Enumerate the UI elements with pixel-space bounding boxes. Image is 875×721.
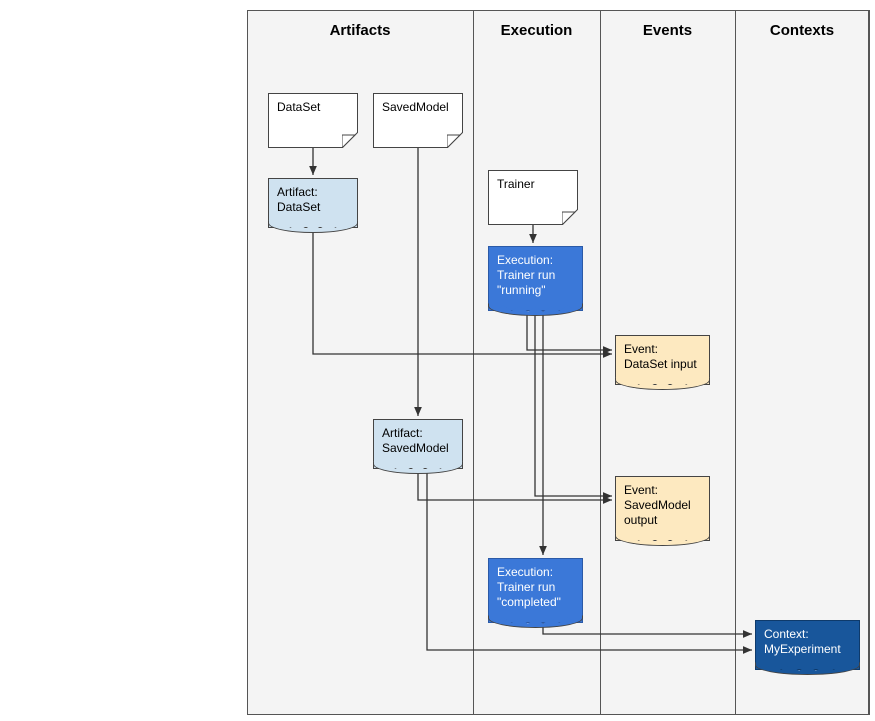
tag-event-savedmodel-output: Event: SavedModel output bbox=[615, 476, 710, 541]
tag-event-dataset-input: Event: DataSet input bbox=[615, 335, 710, 385]
col-header-contexts: Contexts bbox=[735, 22, 869, 39]
col-divider bbox=[247, 10, 248, 715]
doc-trainer: Trainer bbox=[488, 170, 578, 225]
diagram-canvas: Artifacts Execution Events Contexts Data bbox=[0, 0, 875, 721]
tag-exec-completed-text: Execution: Trainer run "completed" bbox=[497, 565, 561, 609]
col-header-artifacts: Artifacts bbox=[247, 22, 473, 39]
tag-context-myexperiment-text: Context: MyExperiment bbox=[764, 627, 841, 656]
tag-artifact-dataset: Artifact: DataSet bbox=[268, 178, 358, 228]
tag-exec-running: Execution: Trainer run "running" bbox=[488, 246, 583, 311]
doc-dataset: DataSet bbox=[268, 93, 358, 148]
tag-exec-running-text: Execution: Trainer run "running" bbox=[497, 253, 555, 297]
tag-artifact-dataset-text: Artifact: DataSet bbox=[277, 185, 320, 214]
tag-event-dataset-input-text: Event: DataSet input bbox=[624, 342, 697, 371]
doc-trainer-label: Trainer bbox=[489, 171, 577, 197]
tag-event-savedmodel-output-text: Event: SavedModel output bbox=[624, 483, 691, 527]
col-header-events: Events bbox=[600, 22, 735, 39]
doc-dataset-label: DataSet bbox=[269, 94, 357, 120]
col-header-execution: Execution bbox=[473, 22, 600, 39]
col-divider bbox=[869, 10, 870, 715]
col-divider bbox=[600, 10, 601, 715]
doc-savedmodel: SavedModel bbox=[373, 93, 463, 148]
tag-exec-completed: Execution: Trainer run "completed" bbox=[488, 558, 583, 623]
col-divider bbox=[473, 10, 474, 715]
tag-context-myexperiment: Context: MyExperiment bbox=[755, 620, 860, 670]
doc-savedmodel-label: SavedModel bbox=[374, 94, 462, 120]
col-divider bbox=[735, 10, 736, 715]
tag-artifact-savedmodel-text: Artifact: SavedModel bbox=[382, 426, 449, 455]
tag-artifact-savedmodel: Artifact: SavedModel bbox=[373, 419, 463, 469]
